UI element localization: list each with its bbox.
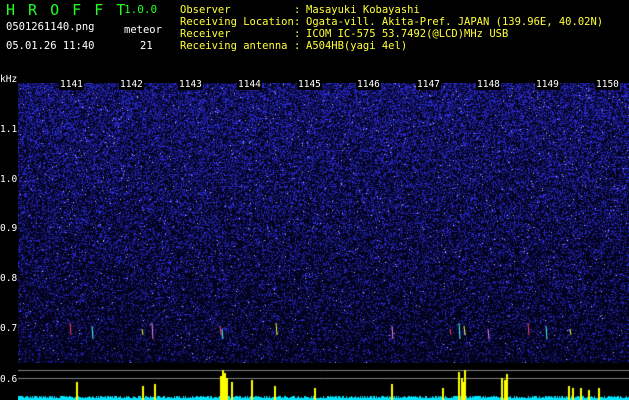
x-tick-label: 1144 [237,79,262,90]
x-tick-label: 1145 [297,79,322,90]
meteor-count: 21 [140,40,153,52]
location-value: Ogata-vill. Akita-Pref. JAPAN (139.96E, … [306,16,604,28]
location-label: Receiving Location [180,16,294,28]
x-tick-label: 1141 [59,79,84,90]
observer-value: Masayuki Kobayashi [306,4,420,16]
colon: : [294,16,301,28]
colon: : [294,4,301,16]
colon: : [294,40,301,52]
x-tick-label: 1142 [119,79,144,90]
observer-label: Observer [180,4,231,16]
x-tick-label: 1149 [535,79,560,90]
y-unit-label: kHz [0,74,18,85]
header-panel: H R O F F T 1.0.0 0501261140.png meteor … [0,0,629,72]
y-tick-label: 1.0 [0,174,18,185]
y-tick-label: 0.6 [0,374,18,385]
x-tick-label: 1143 [178,79,203,90]
x-tick-label: 1147 [416,79,441,90]
y-tick-label: 0.7 [0,323,18,334]
x-tick-label: 1146 [356,79,381,90]
x-tick-label: 1148 [476,79,501,90]
timestamp: 05.01.26 11:40 [6,40,95,52]
app-title: H R O F F T [6,1,128,19]
antenna-label: Receiving antenna [180,40,288,52]
y-tick-label: 0.9 [0,223,18,234]
meteor-echo-strip [18,366,629,400]
x-tick-label: 1150 [595,79,620,90]
app-version: 1.0.0 [124,3,158,16]
antenna-value: A504HB(yagi 4el) [306,40,408,52]
y-tick-label: 1.1 [0,124,18,135]
receiver-label: Receiver [180,28,231,40]
file-name: 0501261140.png [6,21,95,33]
spectrogram-plot [18,83,629,363]
y-tick-label: 0.8 [0,273,18,284]
meteor-label: meteor [124,24,162,36]
colon: : [294,28,301,40]
receiver-value: ICOM IC-575 53.7492(@LCD)MHz USB [306,28,509,40]
y-axis: kHz 1.1 1.0 0.9 0.8 0.7 0.6 [0,72,18,400]
